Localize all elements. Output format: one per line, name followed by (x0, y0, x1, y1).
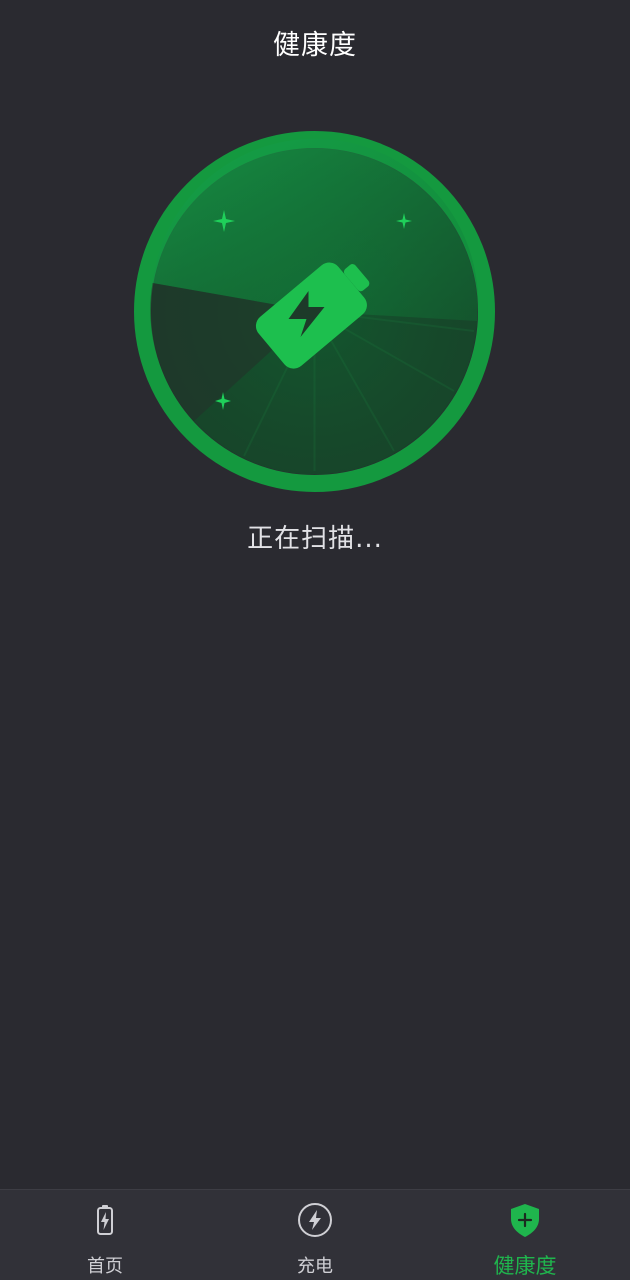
tab-label: 充电 (297, 1256, 333, 1277)
tab-health[interactable]: 健康度 (420, 1190, 630, 1280)
tab-charge[interactable]: 充电 (210, 1190, 420, 1280)
battery-icon (97, 1205, 113, 1235)
page-title: 健康度 (273, 29, 357, 61)
lightning-circle-icon (298, 1203, 332, 1237)
tab-label: 健康度 (493, 1254, 557, 1278)
scan-status-text: 正在扫描... (247, 524, 383, 554)
tab-home[interactable]: 首页 (0, 1190, 210, 1280)
header: 健康度 (0, 0, 630, 84)
app-screen: 健康度 正在扫描... 首页 充电 健康度 (0, 0, 630, 1280)
tab-label: 首页 (87, 1256, 123, 1277)
bottom-tab-bar: 首页 充电 健康度 (0, 1189, 630, 1280)
shield-plus-icon (511, 1204, 539, 1237)
health-scan-radar (134, 131, 495, 492)
radar-graphic (134, 131, 495, 492)
